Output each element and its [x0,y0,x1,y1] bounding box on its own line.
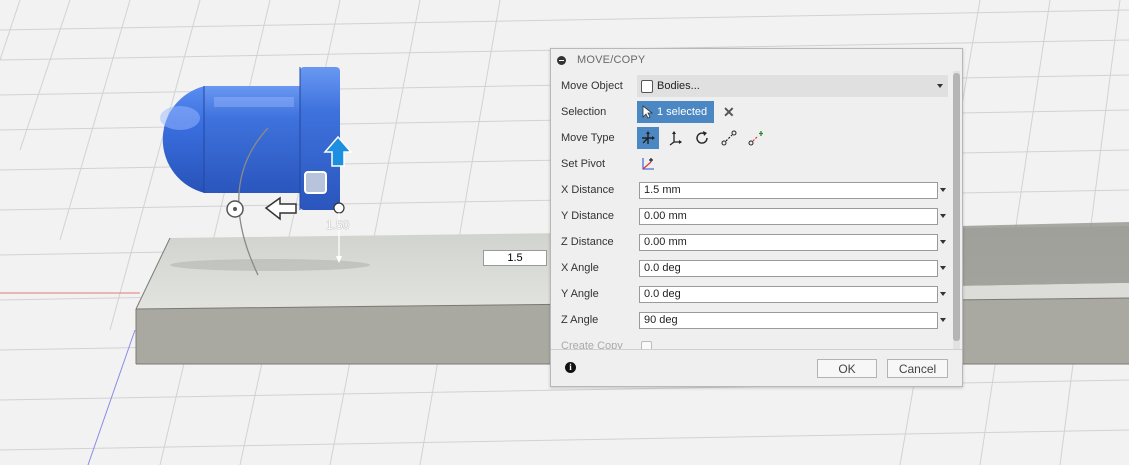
info-icon[interactable]: i [565,362,576,373]
row-z-angle: Z Angle [551,307,948,333]
point-to-position-icon[interactable] [745,127,767,149]
dialog-title: MOVE/COPY [577,54,646,66]
z-angle-label: Z Angle [561,314,599,326]
selection-count: 1 selected [657,106,708,118]
scroll-thumb[interactable] [953,73,960,341]
row-move-type: Move Type [551,125,948,151]
y-angle-input[interactable] [639,285,938,303]
cancel-button[interactable]: Cancel [887,359,948,378]
chevron-down-icon[interactable] [938,234,948,251]
move-copy-dialog: MOVE/COPY Move Object Bodies... Selectio… [550,48,963,387]
row-move-object: Move Object Bodies... [551,73,948,99]
dialog-footer: i OK Cancel [551,349,962,386]
row-x-angle: X Angle [551,255,948,281]
row-set-pivot: Set Pivot [551,151,948,177]
cursor-icon [642,105,653,119]
x-distance-input[interactable] [639,181,938,199]
chevron-down-icon[interactable] [938,182,948,199]
dialog-scrollbar[interactable] [953,71,960,351]
shadow [170,259,370,271]
z-angle-input[interactable] [639,311,938,329]
move-object-select[interactable]: Bodies... [637,75,948,97]
translate-xyz-icon[interactable] [664,127,686,149]
z-distance-input[interactable] [639,233,938,251]
body-icon [641,79,653,93]
y-distance-label: Y Distance [561,210,614,222]
set-pivot-label: Set Pivot [561,158,606,170]
dimension-label: 1.50 [326,218,350,232]
x-angle-label: X Angle [561,262,599,274]
selection-label: Selection [561,106,607,118]
row-selection: Selection 1 selected ✕ [551,99,948,125]
rotate-icon[interactable] [691,127,713,149]
dialog-header[interactable]: MOVE/COPY [551,49,962,71]
z-distance-label: Z Distance [561,236,614,248]
y-angle-label: Y Angle [561,288,599,300]
move-type-label: Move Type [561,132,615,144]
x-angle-input[interactable] [639,259,938,277]
y-distance-input[interactable] [639,207,938,225]
collapse-icon[interactable] [557,55,566,65]
row-z-distance: Z Distance [551,229,948,255]
chevron-down-icon[interactable] [938,208,948,225]
point-to-point-icon[interactable] [718,127,740,149]
chevron-down-icon [937,84,943,88]
clear-selection-icon[interactable]: ✕ [723,105,735,119]
row-y-distance: Y Distance [551,203,948,229]
selection-button[interactable]: 1 selected [637,101,714,123]
x-distance-label: X Distance [561,184,615,196]
chevron-down-icon[interactable] [938,260,948,277]
ok-button[interactable]: OK [817,359,877,378]
free-move-icon[interactable] [637,127,659,149]
row-y-angle: Y Angle [551,281,948,307]
chevron-down-icon[interactable] [938,286,948,303]
distance-input[interactable] [483,250,547,266]
chevron-down-icon[interactable] [938,312,948,329]
move-object-label: Move Object [561,80,623,92]
dialog-body: Move Object Bodies... Selection 1 select… [551,71,962,351]
move-object-value: Bodies... [657,80,700,92]
pivot-icon[interactable] [637,153,659,175]
row-x-distance: X Distance [551,177,948,203]
